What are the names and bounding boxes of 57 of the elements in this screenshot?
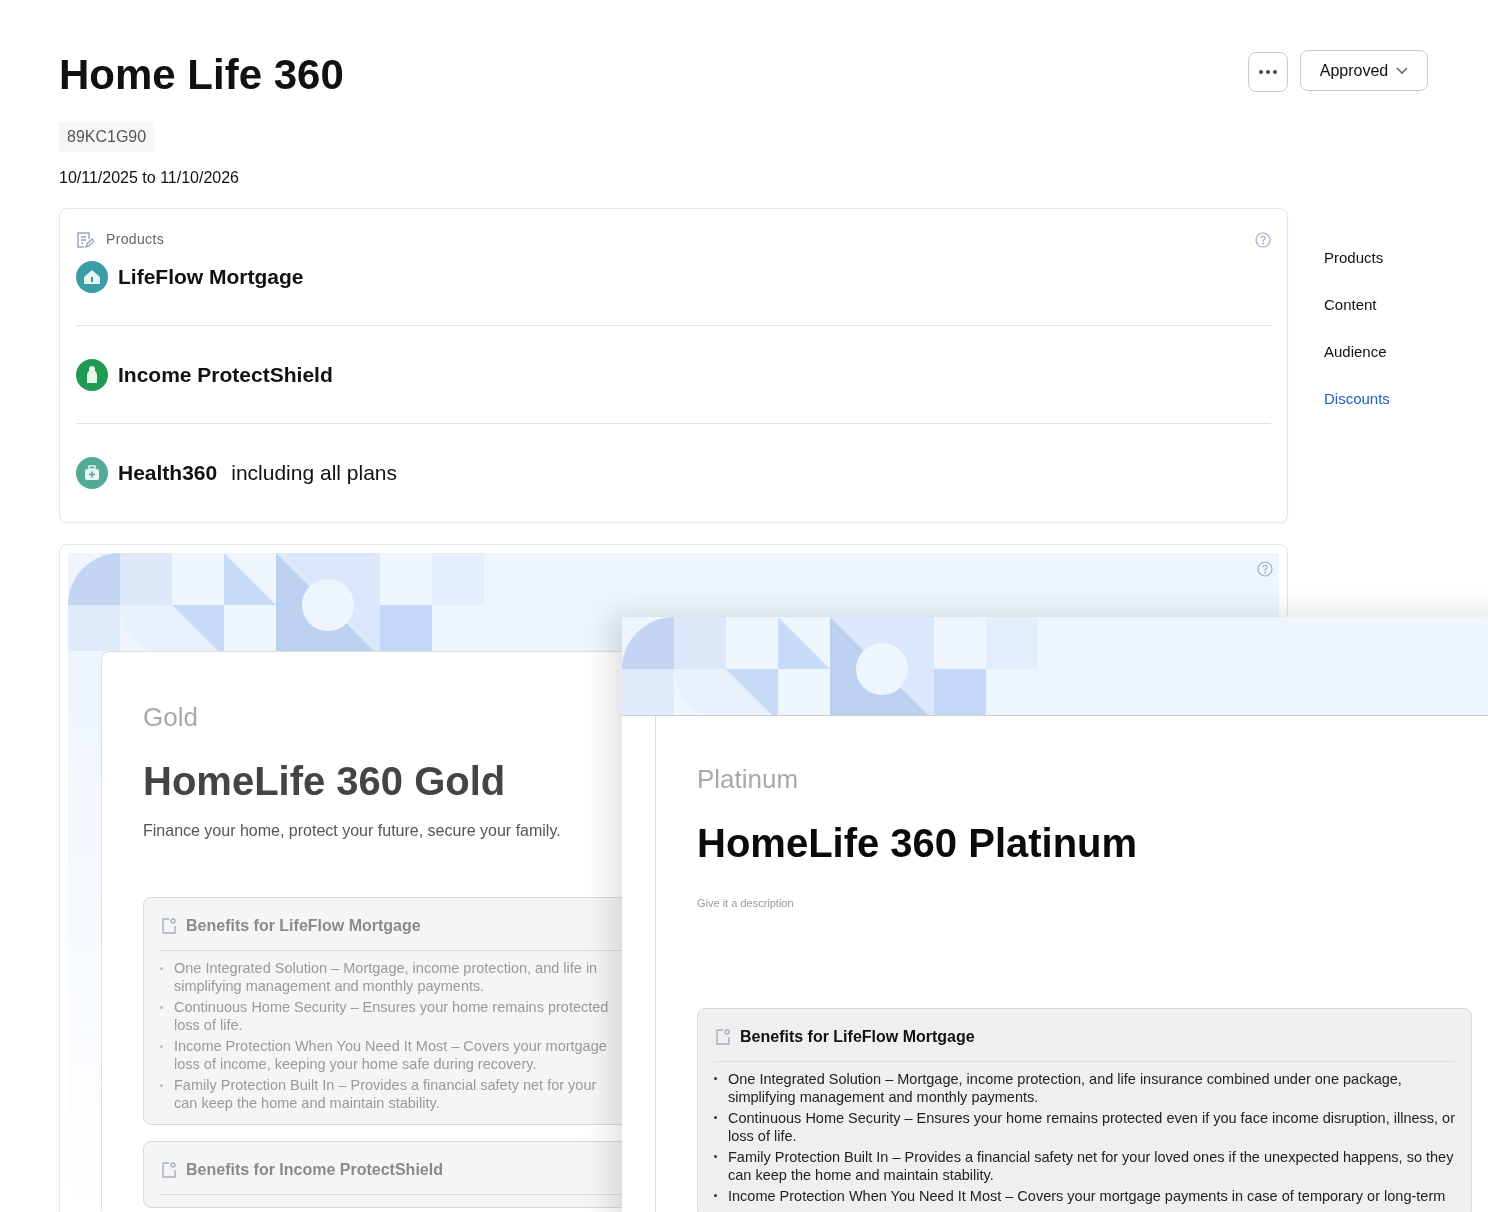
help-icon[interactable]	[1255, 231, 1271, 248]
section-title: Products	[106, 230, 165, 249]
more-icon	[1259, 70, 1277, 74]
document-icon	[160, 1161, 178, 1179]
nav-link[interactable]: Content	[1324, 295, 1428, 314]
help-icon[interactable]	[1257, 561, 1273, 577]
product-name: Health360	[118, 460, 218, 487]
edit-document-icon	[76, 230, 94, 249]
status-dropdown[interactable]: Approved	[1300, 50, 1428, 91]
code-badge: 89KC1G90	[59, 122, 155, 152]
bullet-icon	[714, 1194, 717, 1197]
page-title: Home Life 360	[59, 50, 344, 100]
document-icon	[714, 1027, 732, 1046]
benefit-text: can keep the home and maintain stability.	[174, 1094, 441, 1112]
tier-label: Platinum	[697, 763, 799, 796]
house-icon	[76, 260, 108, 293]
benefit-text: can keep the home and maintain stability.	[728, 1165, 995, 1184]
benefit-text: Income Protection When You Need It Most – Covers your mortgage	[174, 1037, 607, 1055]
nav-link[interactable]: Products	[1324, 248, 1428, 267]
benefit-text: Family Protection Built In – Provides a financial safety net for your loved ones if the unexpected happens, so they	[728, 1147, 1454, 1166]
person-icon	[76, 358, 108, 391]
document-icon	[160, 917, 178, 935]
bullet-icon	[160, 1044, 163, 1048]
more-button[interactable]	[1248, 52, 1288, 92]
nav-link[interactable]: Audience	[1324, 342, 1428, 361]
benefit-text: simplifying management and monthly payments.	[174, 977, 486, 995]
benefit-text: One Integrated Solution – Mortgage, income protection, and life in	[174, 959, 598, 977]
bullet-icon	[160, 1005, 163, 1009]
benefits-heading: Benefits for LifeFlow Mortgage	[740, 1026, 975, 1047]
bullet-icon	[160, 966, 163, 970]
benefit-text: Continuous Home Security – Ensures your home remains protected	[174, 998, 609, 1016]
bullet-icon	[714, 1116, 717, 1119]
benefits-heading: Benefits for LifeFlow Mortgage	[186, 916, 421, 936]
benefit-text: loss of income, keeping your home safe during recovery.	[174, 1055, 538, 1073]
benefits-heading: Benefits for Income ProtectShield	[186, 1160, 443, 1180]
bullet-icon	[714, 1155, 717, 1158]
tier-title: HomeLife 360 Platinum	[697, 820, 1138, 867]
tier-label: Gold	[143, 701, 198, 734]
product-name: Income ProtectShield	[118, 361, 333, 388]
chevron-down-icon	[1396, 66, 1409, 75]
bullet-icon	[160, 1083, 163, 1087]
benefit-text: loss of life.	[728, 1126, 798, 1145]
product-name: LifeFlow Mortgage	[118, 263, 304, 290]
date-range: 10/11/2025 to 11/10/2026	[59, 168, 240, 188]
description-field[interactable]: Give it a description	[697, 895, 997, 912]
medical-kit-icon	[76, 457, 108, 489]
benefit-text: simplifying management and monthly payments.	[728, 1087, 1040, 1106]
benefit-text: Family Protection Built In – Provides a financial safety net for your	[174, 1076, 597, 1094]
benefit-text: Continuous Home Security – Ensures your home remains protected even if you face income disruption, illness, or	[728, 1108, 1455, 1127]
benefit-text: Income Protection When You Need It Most – Covers your mortgage payments in case of temporary or long-term	[728, 1186, 1446, 1205]
product-note: including all plans	[231, 460, 397, 487]
bullet-icon	[714, 1077, 717, 1080]
nav-link[interactable]: Discounts	[1324, 389, 1428, 408]
tier-title: HomeLife 360 Gold	[143, 758, 506, 805]
benefit-text: One Integrated Solution – Mortgage, income protection, and life insurance combined under one package,	[728, 1069, 1402, 1088]
benefit-text: loss of life.	[174, 1016, 244, 1034]
tier-description: Finance your home, protect your future, secure your family.	[143, 821, 561, 841]
